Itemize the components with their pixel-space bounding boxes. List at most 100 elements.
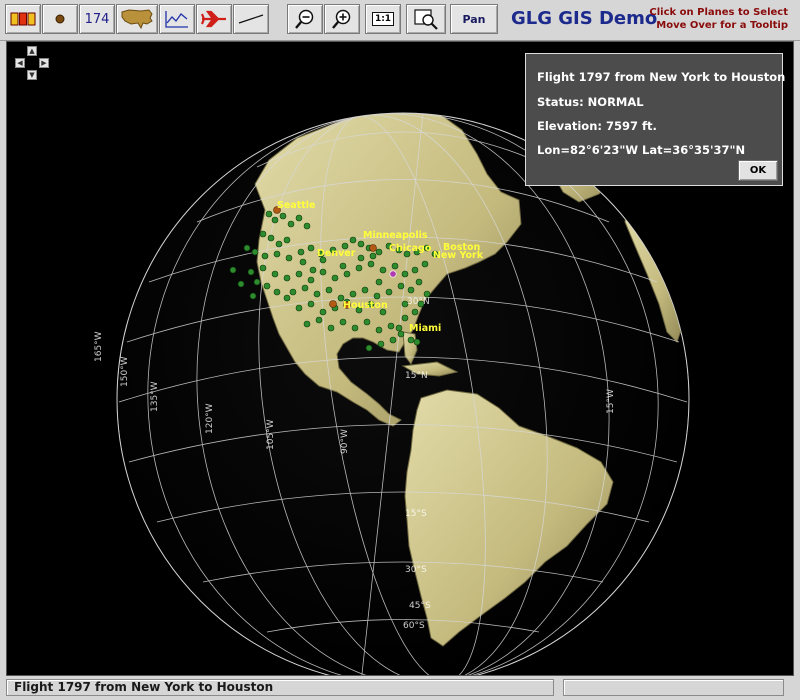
plane-marker[interactable] (395, 324, 403, 332)
plane-marker[interactable] (339, 262, 347, 270)
plane-marker[interactable] (251, 248, 259, 256)
plane-marker[interactable] (355, 264, 363, 272)
plane-marker[interactable] (299, 258, 307, 266)
plane-marker[interactable] (283, 294, 291, 302)
plane-marker[interactable] (265, 210, 273, 218)
plane-marker[interactable] (401, 314, 409, 322)
zoom-in-button[interactable] (324, 4, 360, 34)
plane-marker[interactable] (389, 336, 397, 344)
chart-button[interactable] (159, 4, 195, 34)
plane-marker[interactable] (283, 274, 291, 282)
plane-marker[interactable] (319, 268, 327, 276)
plane-marker[interactable] (367, 260, 375, 268)
plane-marker[interactable] (303, 222, 311, 230)
plane-marker[interactable] (339, 318, 347, 326)
plane-marker[interactable] (243, 244, 251, 252)
plane-marker[interactable] (385, 288, 393, 296)
plane-marker[interactable] (411, 308, 419, 316)
plane-marker[interactable] (285, 254, 293, 262)
flight-path-button[interactable] (233, 4, 269, 34)
plane-marker[interactable] (411, 266, 419, 274)
plane-marker[interactable] (327, 324, 335, 332)
plane-marker[interactable] (307, 300, 315, 308)
plane-marker[interactable] (237, 280, 245, 288)
plane-count-button[interactable]: 174 (79, 4, 115, 34)
plane-marker[interactable] (297, 248, 305, 256)
plane-marker[interactable] (273, 250, 281, 258)
plane-marker[interactable] (247, 268, 255, 276)
plane-marker[interactable] (407, 286, 415, 294)
plane-marker[interactable] (415, 278, 423, 286)
plane-marker[interactable] (301, 284, 309, 292)
plane-marker[interactable] (295, 214, 303, 222)
plane-marker[interactable] (397, 330, 405, 338)
plane-button[interactable] (196, 4, 232, 34)
plane-marker[interactable] (279, 212, 287, 220)
plane-marker[interactable] (357, 240, 365, 248)
zoom-box-button[interactable] (406, 4, 446, 34)
pan-right-button[interactable]: ▶ (39, 58, 49, 68)
plane-marker[interactable] (369, 252, 377, 260)
plane-marker[interactable] (307, 244, 315, 252)
plane-marker[interactable] (315, 316, 323, 324)
plane-marker[interactable] (267, 234, 275, 242)
one-to-one-button[interactable]: 1:1 (365, 4, 401, 34)
plane-marker[interactable] (331, 274, 339, 282)
plane-marker[interactable] (375, 248, 383, 256)
plane-marker[interactable] (249, 292, 257, 300)
ok-button[interactable]: OK (738, 160, 778, 181)
plane-marker[interactable] (363, 318, 371, 326)
plane-marker[interactable] (303, 320, 311, 328)
plane-marker[interactable] (259, 264, 267, 272)
plane-marker[interactable] (307, 276, 315, 284)
plane-marker[interactable] (401, 270, 409, 278)
plane-marker[interactable] (349, 290, 357, 298)
plane-marker[interactable] (275, 240, 283, 248)
plane-marker[interactable] (271, 270, 279, 278)
plane-marker[interactable] (387, 322, 395, 330)
plane-marker[interactable] (397, 282, 405, 290)
plane-marker[interactable] (413, 338, 421, 346)
plane-marker[interactable] (391, 262, 399, 270)
plane-marker[interactable] (295, 270, 303, 278)
plane-marker[interactable] (379, 266, 387, 274)
plane-marker[interactable] (351, 324, 359, 332)
plane-marker[interactable] (261, 252, 269, 260)
plane-marker[interactable] (343, 270, 351, 278)
zoom-out-button[interactable] (287, 4, 323, 34)
plane-marker[interactable] (421, 260, 429, 268)
plane-marker[interactable] (287, 220, 295, 228)
pan-button[interactable]: Pan (450, 4, 498, 34)
city-label: New York (433, 250, 484, 261)
plane-marker[interactable] (253, 278, 261, 286)
pan-left-button[interactable]: ◀ (15, 58, 25, 68)
plane-marker[interactable] (349, 236, 357, 244)
plane-marker[interactable] (289, 288, 297, 296)
plane-marker[interactable] (407, 336, 415, 344)
plane-marker[interactable] (309, 266, 317, 274)
plane-marker[interactable] (375, 326, 383, 334)
plane-marker[interactable] (377, 340, 385, 348)
plane-marker[interactable] (325, 286, 333, 294)
city-dots-button[interactable] (42, 4, 78, 34)
plane-marker[interactable] (273, 288, 281, 296)
plane-marker[interactable] (229, 266, 237, 274)
plane-marker[interactable] (365, 344, 373, 352)
plane-marker[interactable] (271, 216, 279, 224)
map-view[interactable]: 165°W 150°W 135°W 120°W 105°W 90°W 15°W … (6, 41, 794, 676)
plane-marker[interactable] (283, 236, 291, 244)
plane-marker[interactable] (361, 286, 369, 294)
pan-down-button[interactable]: ▼ (27, 70, 37, 80)
pan-up-button[interactable]: ▲ (27, 46, 37, 56)
plane-marker[interactable] (319, 308, 327, 316)
plane-marker[interactable] (263, 282, 271, 290)
layers-button[interactable] (5, 4, 41, 34)
plane-marker[interactable] (313, 290, 321, 298)
plane-marker[interactable] (259, 230, 267, 238)
plane-marker[interactable] (373, 292, 381, 300)
selected-plane-marker[interactable] (389, 270, 397, 278)
plane-marker[interactable] (357, 254, 365, 262)
plane-marker[interactable] (295, 304, 303, 312)
plane-marker[interactable] (375, 278, 383, 286)
us-map-button[interactable] (116, 4, 158, 34)
